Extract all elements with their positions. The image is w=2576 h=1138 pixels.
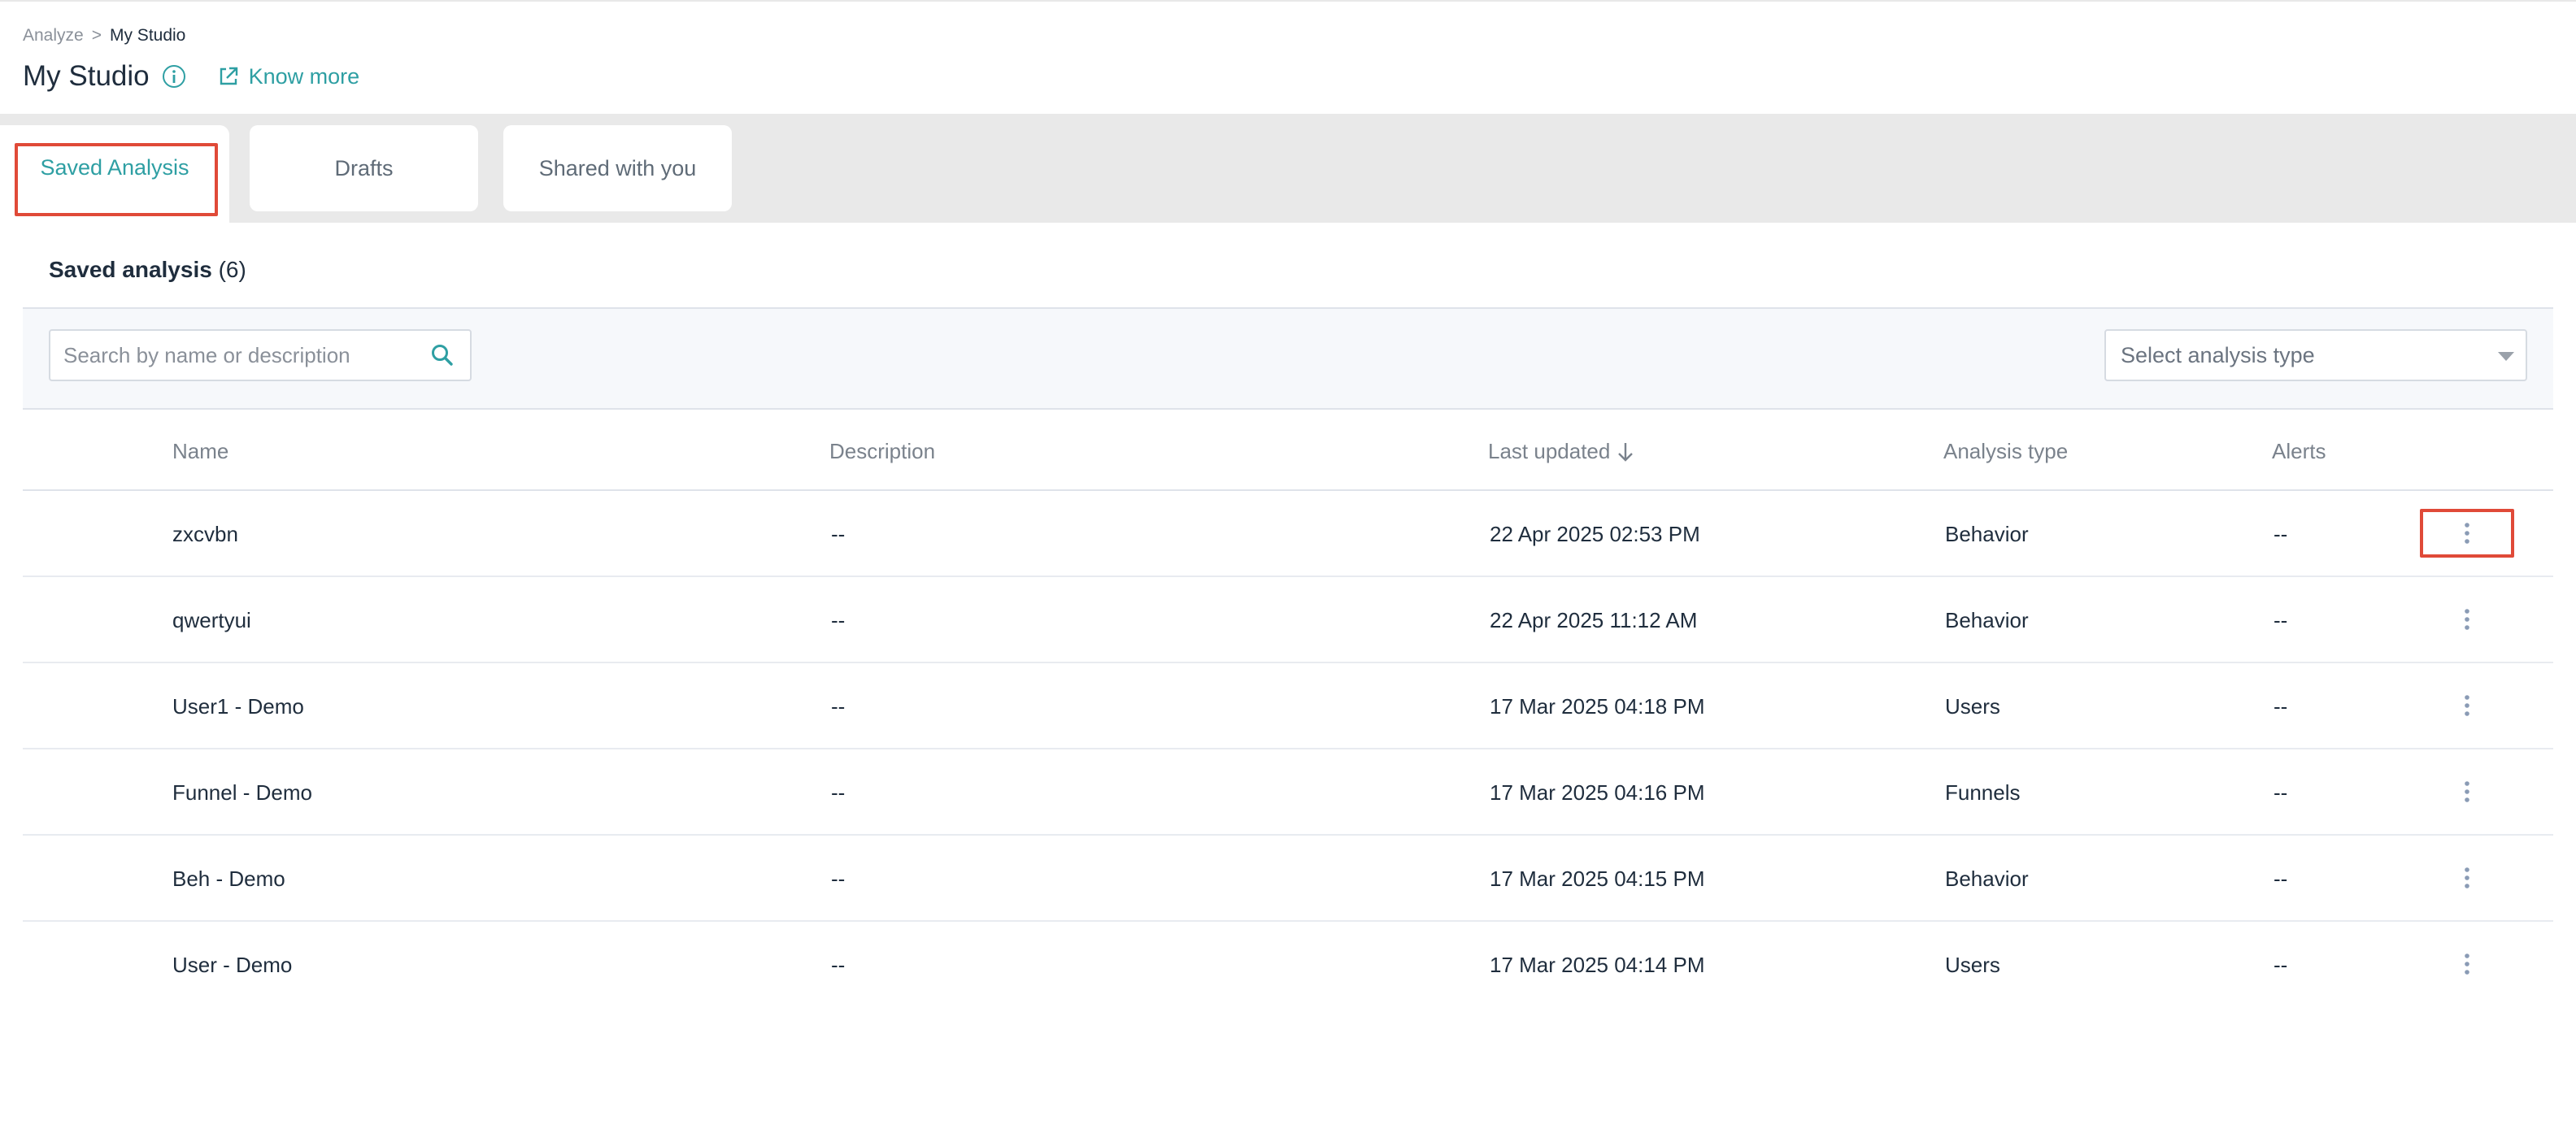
analysis-table: Name Description Last updated Analysis t… (23, 411, 2553, 1008)
row-last-updated: 17 Mar 2025 04:14 PM (1490, 953, 1705, 978)
row-alerts: -- (2274, 780, 2287, 806)
row-actions-button[interactable] (2420, 854, 2514, 902)
kebab-menu-icon (2464, 867, 2470, 889)
row-last-updated: 22 Apr 2025 02:53 PM (1490, 522, 1700, 547)
row-name[interactable]: User1 - Demo (172, 694, 304, 719)
tab-drafts-label: Drafts (334, 156, 393, 181)
section-count: (6) (219, 257, 246, 282)
analysis-type-placeholder: Select analysis type (2121, 343, 2315, 368)
row-alerts: -- (2274, 867, 2287, 892)
row-last-updated: 17 Mar 2025 04:18 PM (1490, 694, 1705, 719)
row-name[interactable]: Funnel - Demo (172, 780, 312, 806)
column-header-last-updated[interactable]: Last updated (1488, 439, 1634, 464)
breadcrumb-current: My Studio (110, 26, 185, 46)
kebab-menu-icon (2464, 522, 2470, 545)
filter-bar: Select analysis type (23, 307, 2553, 410)
kebab-menu-icon (2464, 780, 2470, 803)
search-icon[interactable] (429, 342, 455, 368)
column-header-alerts[interactable]: Alerts (2272, 439, 2326, 464)
row-analysis-type: Behavior (1945, 522, 2029, 547)
tab-saved-analysis-label: Saved Analysis (40, 155, 189, 180)
breadcrumb: Analyze > My Studio (23, 26, 185, 46)
row-alerts: -- (2274, 608, 2287, 633)
row-analysis-type: Users (1945, 953, 2000, 978)
search-input[interactable] (50, 331, 408, 380)
row-name[interactable]: zxcvbn (172, 522, 238, 547)
caret-down-icon (2498, 352, 2514, 361)
section-title-text: Saved analysis (49, 257, 212, 282)
row-name[interactable]: Beh - Demo (172, 867, 285, 892)
column-header-description[interactable]: Description (829, 439, 935, 464)
search-box (49, 329, 472, 381)
table-row[interactable]: Beh - Demo -- 17 Mar 2025 04:15 PM Behav… (23, 836, 2553, 922)
kebab-menu-icon (2464, 953, 2470, 975)
row-description: -- (831, 608, 845, 633)
saved-analysis-card: Saved analysis (6) Select analysis type … (0, 223, 2576, 1138)
row-last-updated: 17 Mar 2025 04:15 PM (1490, 867, 1705, 892)
tab-strip: Saved Analysis Drafts Shared with you (0, 114, 2576, 223)
table-row[interactable]: Funnel - Demo -- 17 Mar 2025 04:16 PM Fu… (23, 749, 2553, 836)
know-more-label: Know more (249, 64, 360, 89)
row-alerts: -- (2274, 694, 2287, 719)
tab-saved-analysis[interactable]: Saved Analysis (0, 125, 229, 223)
external-link-icon (218, 66, 239, 87)
row-last-updated: 22 Apr 2025 11:12 AM (1490, 608, 1697, 633)
tab-drafts[interactable]: Drafts (250, 125, 478, 211)
column-header-name[interactable]: Name (172, 439, 228, 464)
row-actions-button[interactable] (2420, 940, 2514, 988)
row-name[interactable]: qwertyui (172, 608, 251, 633)
kebab-menu-icon (2464, 694, 2470, 717)
info-icon[interactable] (161, 63, 187, 89)
row-actions-button[interactable] (2420, 767, 2514, 816)
row-description: -- (831, 953, 845, 978)
row-analysis-type: Users (1945, 694, 2000, 719)
analysis-type-select[interactable]: Select analysis type (2104, 329, 2527, 381)
row-description: -- (831, 522, 845, 547)
row-actions-button[interactable] (2420, 681, 2514, 730)
row-analysis-type: Behavior (1945, 608, 2029, 633)
column-header-analysis-type[interactable]: Analysis type (1943, 439, 2068, 464)
row-description: -- (831, 694, 845, 719)
row-analysis-type: Behavior (1945, 867, 2029, 892)
row-description: -- (831, 867, 845, 892)
table-header: Name Description Last updated Analysis t… (23, 411, 2553, 491)
row-alerts: -- (2274, 953, 2287, 978)
row-alerts: -- (2274, 522, 2287, 547)
tab-shared-label: Shared with you (539, 156, 697, 181)
tab-shared-with-you[interactable]: Shared with you (503, 125, 732, 211)
row-description: -- (831, 780, 845, 806)
section-title: Saved analysis (6) (49, 257, 246, 283)
breadcrumb-parent[interactable]: Analyze (23, 26, 84, 46)
row-analysis-type: Funnels (1945, 780, 2021, 806)
page-header: Analyze > My Studio My Studio Know more (0, 0, 2576, 114)
kebab-menu-icon (2464, 608, 2470, 631)
table-row[interactable]: qwertyui -- 22 Apr 2025 11:12 AM Behavio… (23, 577, 2553, 663)
breadcrumb-separator: > (92, 26, 102, 46)
table-row[interactable]: zxcvbn -- 22 Apr 2025 02:53 PM Behavior … (23, 491, 2553, 577)
page-title: My Studio (23, 60, 150, 93)
row-actions-button[interactable] (2420, 509, 2514, 558)
row-actions-button[interactable] (2420, 595, 2514, 644)
table-row[interactable]: User - Demo -- 17 Mar 2025 04:14 PM User… (23, 922, 2553, 1008)
know-more-link[interactable]: Know more (218, 64, 360, 89)
title-row: My Studio Know more (23, 60, 359, 93)
row-name[interactable]: User - Demo (172, 953, 292, 978)
row-last-updated: 17 Mar 2025 04:16 PM (1490, 780, 1705, 806)
arrow-down-icon (1617, 441, 1634, 463)
table-row[interactable]: User1 - Demo -- 17 Mar 2025 04:18 PM Use… (23, 663, 2553, 749)
column-header-last-updated-label: Last updated (1488, 439, 1610, 464)
